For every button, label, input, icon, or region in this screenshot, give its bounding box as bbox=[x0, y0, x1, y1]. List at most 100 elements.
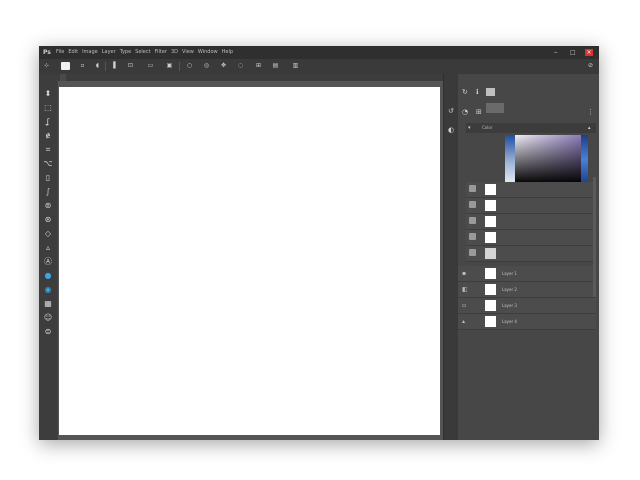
transform-icon[interactable]: ◖ bbox=[93, 62, 102, 70]
clone-icon[interactable]: ⊚ bbox=[43, 201, 53, 211]
menu-item-type[interactable]: Type bbox=[120, 46, 131, 59]
document-tab[interactable] bbox=[60, 74, 66, 81]
visibility-icon[interactable]: ▫ bbox=[462, 301, 466, 310]
scrollbar[interactable] bbox=[593, 177, 596, 297]
artboard-icon[interactable] bbox=[61, 62, 70, 70]
list-item[interactable] bbox=[466, 182, 596, 198]
menu-item-file[interactable]: File bbox=[56, 46, 64, 59]
visibility-icon[interactable]: ▪ bbox=[462, 269, 466, 278]
layer-row[interactable]: ▪ Layer 1 bbox=[458, 266, 596, 282]
brush-settings-icon[interactable]: ⊞ bbox=[476, 108, 482, 117]
workspace-icon[interactable]: ⊘ bbox=[586, 62, 595, 70]
info-icon[interactable]: ℹ bbox=[476, 88, 479, 97]
hue-slider[interactable] bbox=[581, 135, 588, 184]
dodge-icon[interactable]: ● bbox=[43, 271, 53, 281]
history-icon[interactable]: ↻ bbox=[462, 88, 468, 97]
align-left-icon[interactable]: ▌ bbox=[111, 62, 120, 70]
document-tab-bar bbox=[58, 74, 443, 81]
panel-button[interactable] bbox=[486, 103, 504, 113]
minimize-button[interactable]: – bbox=[554, 46, 558, 59]
properties-icon[interactable]: ◐ bbox=[448, 126, 454, 135]
list-item[interactable] bbox=[466, 198, 596, 214]
shape-icon[interactable]: ⊜ bbox=[43, 327, 53, 337]
distribute-icon[interactable]: ▣ bbox=[165, 62, 174, 70]
layer-thumbnail bbox=[485, 184, 496, 195]
saturation-field[interactable] bbox=[505, 135, 588, 184]
adjustments-icon[interactable]: ◔ bbox=[462, 108, 468, 117]
lasso-icon[interactable]: ʆ bbox=[43, 117, 53, 127]
visibility-icon[interactable]: ◧ bbox=[462, 285, 468, 294]
pen-icon[interactable]: ◉ bbox=[43, 285, 53, 295]
menu-bar: File Edit Image Layer Type Select Filter… bbox=[56, 46, 233, 59]
layer-thumbnail bbox=[485, 200, 496, 211]
menu-item-view[interactable]: View bbox=[182, 46, 194, 59]
scale-icon[interactable]: ⊞ bbox=[254, 62, 263, 70]
path-select-icon[interactable]: ☺ bbox=[43, 313, 53, 323]
move-tool-icon[interactable]: ⊹ bbox=[42, 62, 51, 70]
eyedropper-icon[interactable]: ⌥ bbox=[43, 159, 53, 169]
more-icon[interactable]: ▥ bbox=[291, 62, 300, 70]
color-picker[interactable] bbox=[505, 135, 588, 184]
maximize-button[interactable]: □ bbox=[570, 46, 576, 59]
brush-icon[interactable]: ∫ bbox=[43, 187, 53, 197]
healing-icon[interactable]: ▯ bbox=[43, 173, 53, 183]
menu-item-window[interactable]: Window bbox=[198, 46, 218, 59]
separator bbox=[105, 62, 106, 71]
layer-row[interactable]: ◧ Layer 2 bbox=[458, 282, 596, 298]
menu-item-edit[interactable]: Edit bbox=[68, 46, 78, 59]
layer-name: Layer 3 bbox=[502, 303, 517, 308]
layer-row[interactable]: ▴ Layer 4 bbox=[458, 314, 596, 330]
close-button[interactable]: × bbox=[585, 49, 593, 56]
quick-select-icon[interactable]: ɇ bbox=[43, 131, 53, 141]
menu-item-image[interactable]: Image bbox=[82, 46, 98, 59]
list-item[interactable] bbox=[466, 230, 596, 246]
title-bar: Ps File Edit Image Layer Type Select Fil… bbox=[39, 46, 599, 59]
auto-select-icon[interactable]: ▫ bbox=[78, 62, 87, 70]
crop-icon[interactable]: ⌗ bbox=[43, 145, 53, 155]
options-bar: ⊹ ▫ ◖ ▌ ⊡ ▭ ▣ ○ ◎ ✥ ◌ ⊞ ▤ ▥ ⊘ bbox=[39, 59, 599, 75]
canvas-area bbox=[58, 81, 443, 440]
panel-menu-icon[interactable]: ⋮ bbox=[587, 108, 594, 117]
document-canvas[interactable] bbox=[59, 87, 440, 435]
current-color-strip bbox=[505, 135, 515, 184]
panel-dock-strip: ↺ ◐ bbox=[443, 74, 459, 440]
3d-mode-icon[interactable]: ○ bbox=[185, 62, 194, 70]
menu-item-select[interactable]: Select bbox=[135, 46, 150, 59]
list-item[interactable] bbox=[466, 214, 596, 230]
align-center-icon[interactable]: ⊡ bbox=[126, 62, 135, 70]
history-brush-icon[interactable]: ⊛ bbox=[43, 215, 53, 225]
expand-icon[interactable]: ▾ bbox=[468, 124, 471, 133]
layer-name: Layer 1 bbox=[502, 271, 517, 276]
menu-item-3d[interactable]: 3D bbox=[171, 46, 178, 59]
marquee-icon[interactable]: ⬚ bbox=[43, 103, 53, 113]
layer-name: Layer 4 bbox=[502, 319, 517, 324]
eraser-icon[interactable]: ◇ bbox=[43, 229, 53, 239]
move-icon[interactable]: ⬍ bbox=[43, 89, 53, 99]
swatch-icon bbox=[469, 185, 476, 192]
color-swatch-icon[interactable] bbox=[486, 88, 495, 96]
video-icon[interactable]: ▤ bbox=[271, 62, 280, 70]
align-right-icon[interactable]: ▭ bbox=[146, 62, 155, 70]
menu-item-filter[interactable]: Filter bbox=[155, 46, 167, 59]
type-icon[interactable]: ▦ bbox=[43, 299, 53, 309]
visibility-icon[interactable]: ▴ bbox=[462, 317, 465, 326]
menu-item-layer[interactable]: Layer bbox=[102, 46, 116, 59]
color-panel-header: ▾ Color ▴ bbox=[466, 123, 596, 133]
layer-name: Layer 2 bbox=[502, 287, 517, 292]
pan-icon[interactable]: ✥ bbox=[219, 62, 228, 70]
separator bbox=[179, 62, 180, 71]
blur-icon[interactable]: Ⓐ bbox=[43, 257, 53, 267]
history-icon[interactable]: ↺ bbox=[448, 107, 454, 116]
menu-item-help[interactable]: Help bbox=[222, 46, 233, 59]
orbit-icon[interactable]: ◎ bbox=[202, 62, 211, 70]
slide-icon[interactable]: ◌ bbox=[236, 62, 245, 70]
swatch-icon bbox=[469, 233, 476, 240]
layer-thumbnail bbox=[485, 284, 496, 295]
layer-row[interactable]: ▫ Layer 3 bbox=[458, 298, 596, 314]
layer-thumbnail bbox=[485, 216, 496, 227]
layer-thumbnail bbox=[485, 316, 496, 327]
color-panel-tab[interactable]: Color bbox=[482, 125, 492, 131]
gradient-icon[interactable]: ▵ bbox=[43, 243, 53, 253]
list-item[interactable] bbox=[466, 246, 596, 262]
collapse-icon[interactable]: ▴ bbox=[588, 124, 591, 133]
